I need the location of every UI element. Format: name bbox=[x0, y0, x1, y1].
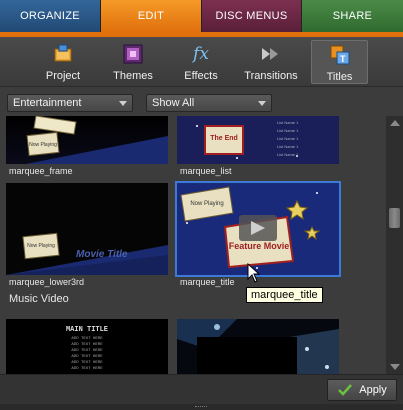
svg-text:List Name 1: List Name 1 bbox=[277, 152, 299, 157]
thumb-label-marquee-frame: marquee_frame bbox=[9, 166, 73, 176]
svg-text:ADD TEXT HERE: ADD TEXT HERE bbox=[71, 337, 103, 341]
board-text: Feature Movie bbox=[229, 241, 290, 251]
tab-organize[interactable]: ORGANIZE bbox=[0, 0, 101, 32]
project-icon bbox=[52, 43, 74, 65]
svg-text:ADD TEXT HERE: ADD TEXT HERE bbox=[71, 355, 103, 359]
thumb-marquee-lower3rd[interactable]: Now Playing Movie Title bbox=[6, 183, 168, 275]
svg-text:ADD TEXT HERE: ADD TEXT HERE bbox=[71, 343, 103, 347]
filter-bar: Entertainment Show All bbox=[0, 88, 403, 116]
mouse-cursor-icon bbox=[247, 262, 261, 288]
workspace-tabs: ORGANIZE EDIT DISC MENUS SHARE bbox=[0, 0, 403, 32]
thumb-marquee-list[interactable]: The End List Name 1 List Name 1 List Nam… bbox=[177, 116, 339, 164]
svg-text:ADD TEXT HERE: ADD TEXT HERE bbox=[71, 361, 103, 365]
svg-text:List Name 1: List Name 1 bbox=[277, 136, 299, 141]
chevron-down-icon bbox=[258, 101, 266, 106]
thumb-music-video-1[interactable]: MAIN TITLE ADD TEXT HERE ADD TEXT HERE A… bbox=[6, 319, 168, 374]
transitions-label: Transitions bbox=[244, 70, 298, 82]
tab-edit[interactable]: EDIT bbox=[101, 0, 202, 32]
sign-text: Now Playing bbox=[27, 243, 55, 249]
titles-label: Titles bbox=[326, 71, 353, 83]
effects-label: Effects bbox=[184, 70, 218, 82]
thumb-label-marquee-lower3rd: marquee_lower3rd bbox=[9, 277, 85, 287]
transitions-button[interactable]: Transitions bbox=[241, 40, 301, 84]
chevron-down-icon bbox=[119, 101, 127, 106]
movie-title-text: Movie Title bbox=[76, 249, 128, 260]
project-button[interactable]: Project bbox=[38, 40, 88, 84]
themes-button[interactable]: Themes bbox=[108, 40, 158, 84]
svg-text:List Name 1: List Name 1 bbox=[277, 128, 299, 133]
category-value: Entertainment bbox=[13, 97, 82, 109]
effects-button[interactable]: fx Effects bbox=[176, 40, 226, 84]
thumb-marquee-title[interactable]: Now Playing Feature Movie bbox=[175, 181, 341, 277]
svg-text:ADD TEXT HERE: ADD TEXT HERE bbox=[71, 349, 103, 353]
tooltip: marquee_title bbox=[246, 287, 323, 303]
thumb-music-video-2[interactable] bbox=[177, 319, 339, 374]
scrollbar-thumb[interactable] bbox=[389, 208, 400, 228]
effects-icon: fx bbox=[193, 44, 209, 64]
bottom-bar: Apply bbox=[0, 374, 403, 404]
svg-text:T: T bbox=[340, 54, 346, 64]
svg-text:ADD TEXT HERE: ADD TEXT HERE bbox=[71, 367, 103, 371]
scroll-down-icon[interactable] bbox=[390, 364, 400, 370]
titles-grid: Now Playing marquee_frame The End List N… bbox=[0, 116, 386, 374]
resize-grip[interactable] bbox=[0, 404, 403, 410]
themes-icon bbox=[122, 43, 144, 65]
show-select[interactable]: Show All bbox=[146, 94, 272, 112]
thumb-label-marquee-list: marquee_list bbox=[180, 166, 232, 176]
transitions-icon bbox=[260, 43, 282, 65]
main-title-text: MAIN TITLE bbox=[66, 326, 108, 334]
titles-icon: T bbox=[329, 44, 351, 66]
edit-toolbar: Project Themes fx Effects Transitions T … bbox=[0, 37, 403, 87]
vertical-scrollbar[interactable] bbox=[386, 116, 403, 374]
checkmark-icon bbox=[338, 384, 353, 396]
thumb-label-marquee-title: marquee_title bbox=[180, 277, 235, 287]
svg-text:List Name 1: List Name 1 bbox=[277, 120, 299, 125]
sign-text: Now Playing bbox=[190, 201, 223, 207]
tab-disc-menus[interactable]: DISC MENUS bbox=[202, 0, 302, 32]
apply-label: Apply bbox=[359, 384, 387, 396]
titles-panel: ORGANIZE EDIT DISC MENUS SHARE Project T… bbox=[0, 0, 403, 410]
apply-button[interactable]: Apply bbox=[327, 379, 397, 401]
tab-share[interactable]: SHARE bbox=[302, 0, 403, 32]
project-label: Project bbox=[45, 70, 81, 82]
titles-button[interactable]: T Titles bbox=[311, 40, 368, 84]
svg-text:List Name 1: List Name 1 bbox=[277, 144, 299, 149]
sign-text: The End bbox=[210, 135, 238, 142]
category-select[interactable]: Entertainment bbox=[7, 94, 133, 112]
show-value: Show All bbox=[152, 97, 195, 109]
thumb-marquee-frame[interactable]: Now Playing bbox=[6, 116, 168, 164]
sign-text: Now Playing bbox=[29, 142, 57, 148]
themes-label: Themes bbox=[113, 70, 153, 82]
scroll-up-icon[interactable] bbox=[390, 120, 400, 126]
section-music-video: Music Video bbox=[9, 293, 69, 305]
